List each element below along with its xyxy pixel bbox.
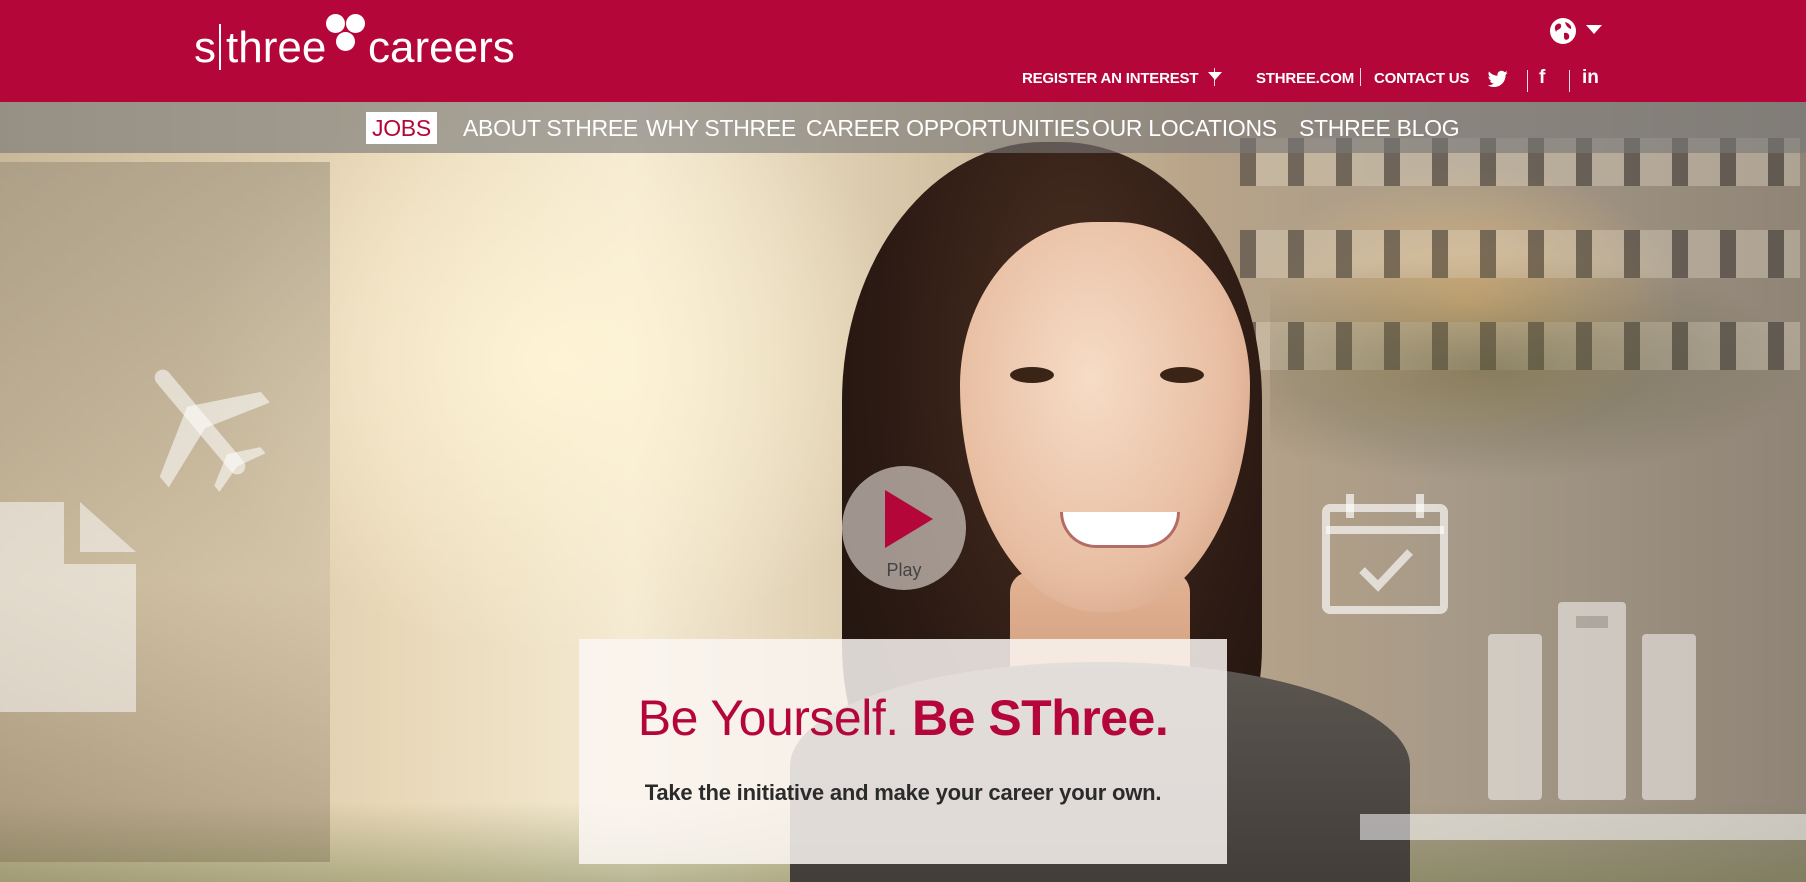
- logo-dots: [324, 14, 370, 58]
- calendar-icon: [1322, 494, 1448, 614]
- play-video-button[interactable]: Play: [842, 466, 966, 590]
- bar-chart-icon: [1488, 602, 1696, 800]
- play-label: Play: [886, 560, 922, 580]
- hero-subline: Take the initiative and make your career…: [644, 780, 1162, 805]
- hero-headline-light: Be Yourself.: [637, 690, 913, 746]
- utility-nav: REGISTER AN INTEREST STHREE.COM CONTACT …: [0, 64, 1806, 94]
- twitter-icon: [1487, 70, 1508, 87]
- nav-item-jobs[interactable]: JOBS: [366, 112, 437, 144]
- linkedin-icon: in: [1582, 67, 1599, 88]
- nav-item-why-sthree[interactable]: WHY STHREE: [646, 112, 796, 144]
- hero-person-smile: [1060, 512, 1180, 548]
- hero-tagline-box: Be Yourself. Be SThree. Take the initiat…: [579, 639, 1227, 864]
- facebook-icon: f: [1539, 67, 1546, 88]
- nav-item-career-opportunities[interactable]: CAREER OPPORTUNITIES: [806, 112, 1090, 144]
- page: s three careers REGISTER AN INTEREST STH…: [0, 0, 1806, 882]
- globe-icon: [1550, 18, 1576, 44]
- airplane-icon: [154, 369, 270, 492]
- main-nav: JOBS ABOUT STHREE WHY STHREE CAREER OPPO…: [0, 102, 1806, 153]
- sthree-com-link[interactable]: STHREE.COM: [1256, 70, 1354, 88]
- document-icon: [0, 502, 136, 712]
- hero-headline: Be Yourself. Be SThree.: [579, 693, 1227, 743]
- divider: [1214, 68, 1215, 86]
- site-header: s three careers REGISTER AN INTEREST STH…: [0, 0, 1806, 102]
- language-selector[interactable]: [1548, 16, 1606, 44]
- chevron-down-icon: [1586, 25, 1602, 34]
- hero-trees: [1270, 252, 1806, 482]
- divider: [1360, 68, 1361, 86]
- chevron-down-icon: [1208, 72, 1223, 80]
- nav-item-sthree-blog[interactable]: STHREE BLOG: [1299, 112, 1460, 144]
- divider: [1527, 70, 1528, 92]
- hero-headline-bold: Be SThree.: [912, 690, 1169, 746]
- divider: [1569, 70, 1570, 92]
- register-interest-label: REGISTER AN INTEREST: [1022, 70, 1199, 87]
- hero-person-eye: [1160, 367, 1204, 383]
- linkedin-link[interactable]: in: [1580, 67, 1602, 90]
- contact-us-link[interactable]: CONTACT US: [1374, 70, 1469, 88]
- play-icon: [885, 490, 933, 548]
- hero-shelf: [1360, 814, 1806, 840]
- facebook-link[interactable]: f: [1537, 67, 1559, 90]
- register-interest-dropdown[interactable]: REGISTER AN INTEREST: [1022, 70, 1223, 88]
- twitter-link[interactable]: [1487, 70, 1510, 90]
- nav-item-about-sthree[interactable]: ABOUT STHREE: [463, 112, 638, 144]
- nav-item-our-locations[interactable]: OUR LOCATIONS: [1092, 112, 1277, 144]
- hero-person-eye: [1010, 367, 1054, 383]
